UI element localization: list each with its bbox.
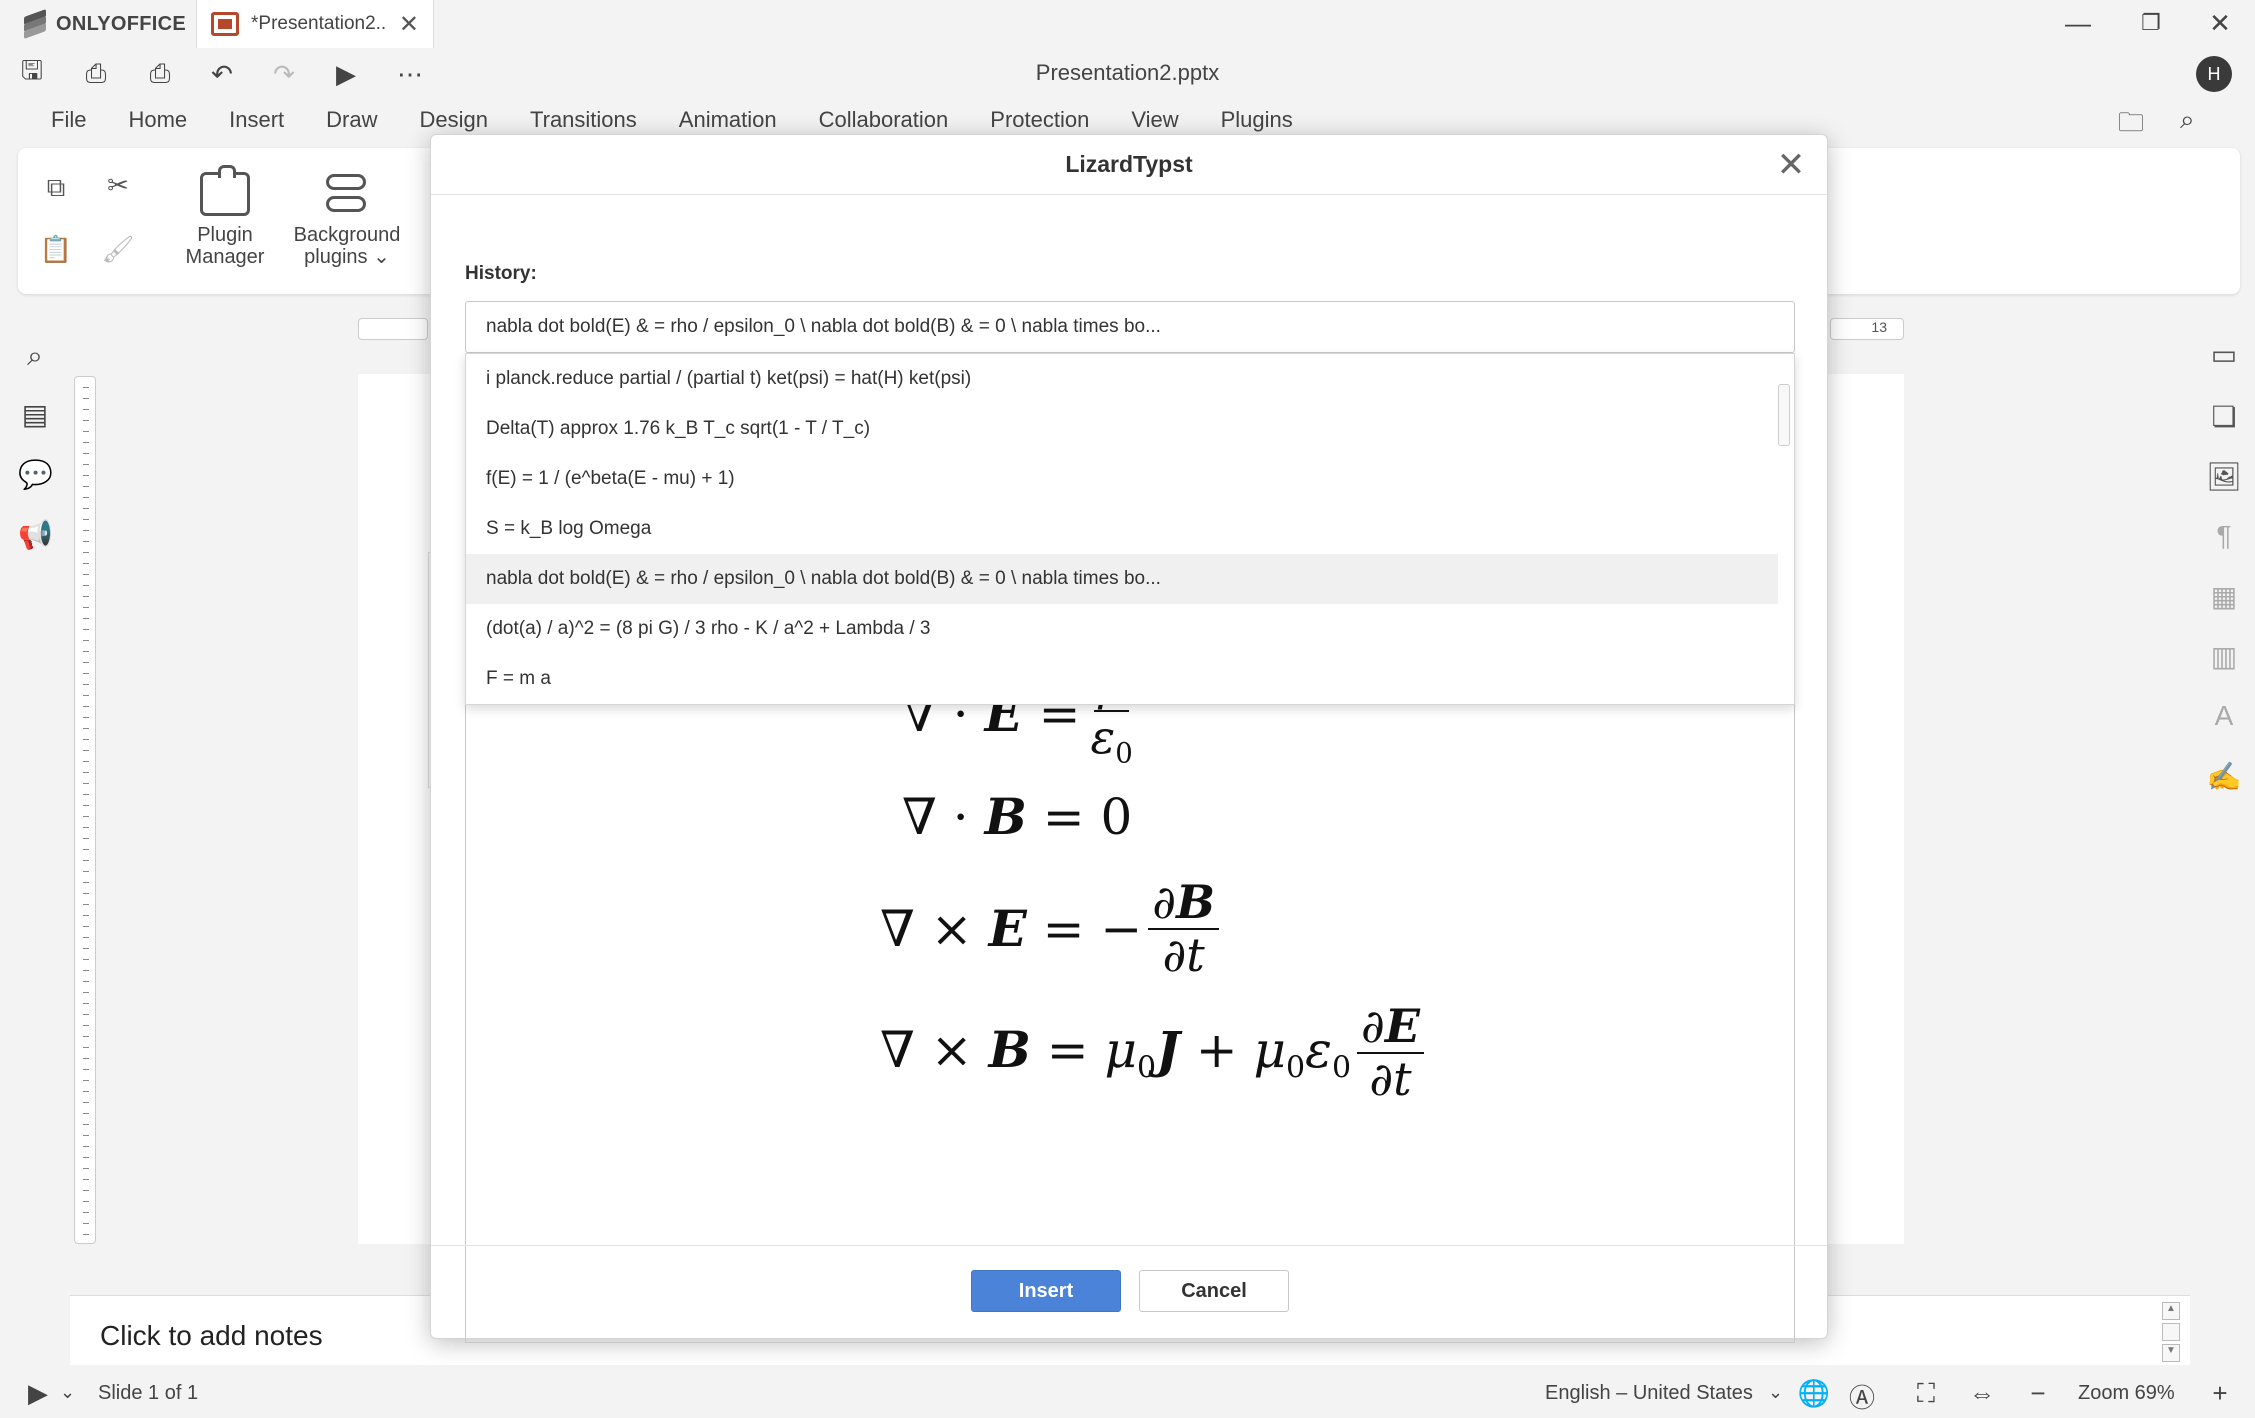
dialog-footer	[431, 1245, 1827, 1340]
history-item[interactable]: S = k_B log Omega	[466, 504, 1778, 554]
history-item[interactable]: Delta(T) approx 1.76 k_B T_c sqrt(1 - T …	[466, 404, 1778, 454]
history-select[interactable]: nabla dot bold(E) & = rho / epsilon_0 \ …	[465, 301, 1795, 353]
history-dropdown[interactable]: i planck.reduce partial / (partial t) ke…	[465, 353, 1795, 705]
cancel-button[interactable]: Cancel	[1139, 1270, 1289, 1312]
history-item[interactable]: f(E) = 1 / (e^beta(E - mu) + 1)	[466, 454, 1778, 504]
history-label: History:	[465, 263, 537, 284]
history-item[interactable]: i planck.reduce partial / (partial t) ke…	[466, 354, 1778, 404]
dialog-close-icon[interactable]: ✕	[1773, 145, 1809, 185]
equation-gauss-magnetic: ∇ · B = 0	[902, 787, 1133, 846]
modal-overlay: LizardTypst ✕ History: nabla dot bold(E)…	[0, 0, 2255, 1418]
equation-faraday: ∇ × E = − ∂B ∂t	[880, 877, 1225, 980]
equation-ampere: ∇ × B = μ0J + μ0ε0 ∂E ∂t	[880, 1001, 1430, 1104]
history-item-selected[interactable]: nabla dot bold(E) & = rho / epsilon_0 \ …	[466, 554, 1778, 604]
history-item[interactable]: (dot(a) / a)^2 = (8 pi G) / 3 rho - K / …	[466, 604, 1778, 654]
insert-button[interactable]: Insert	[971, 1270, 1121, 1312]
formula-preview: ∇ · E = ρε0 ∇ · B = 0 ∇ × E = − ∂B∂t ∇ ×…	[465, 615, 1795, 1343]
lizardtypst-dialog: LizardTypst ✕ History: nabla dot bold(E)…	[430, 134, 1828, 1343]
history-item[interactable]: F = m a	[466, 654, 1778, 704]
dialog-header: LizardTypst ✕	[431, 135, 1827, 195]
dropdown-scrollbar[interactable]	[1778, 384, 1790, 446]
dialog-title: LizardTypst	[1065, 151, 1193, 177]
